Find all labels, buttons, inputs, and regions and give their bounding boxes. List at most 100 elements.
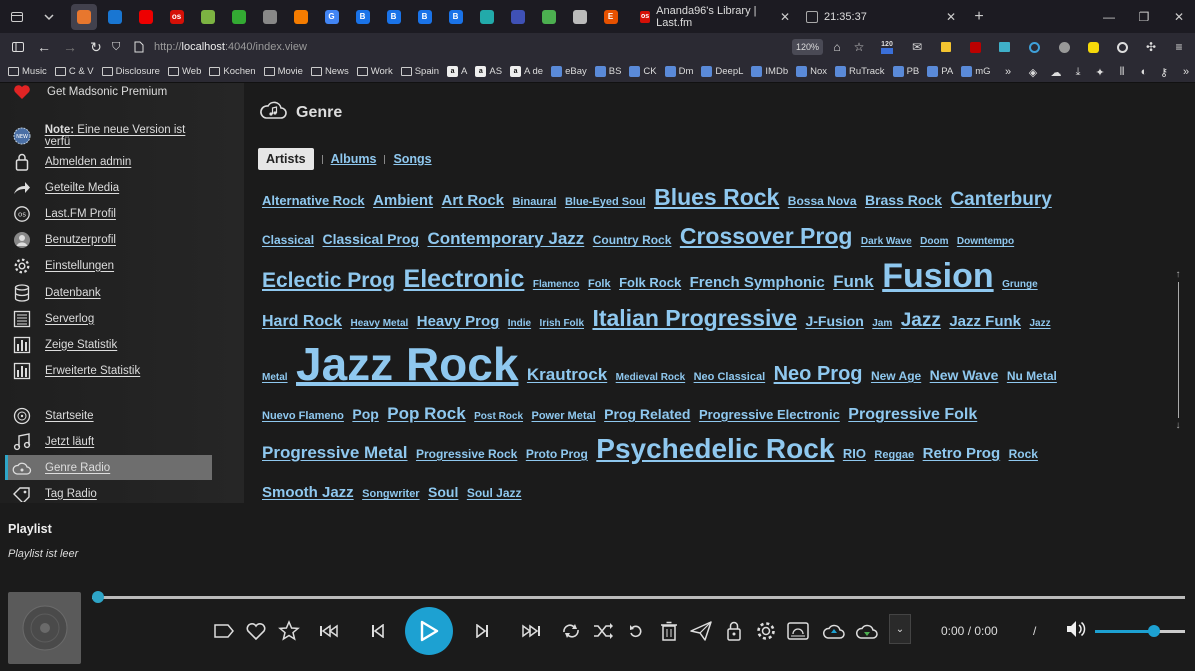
- sidebar-item-einstellungen[interactable]: Einstellungen: [5, 253, 212, 278]
- genre-tag[interactable]: Electronic: [404, 265, 525, 293]
- ublock-icon[interactable]: [966, 38, 984, 56]
- progress-handle[interactable]: [92, 591, 104, 603]
- play-button[interactable]: [405, 607, 453, 655]
- genre-tag[interactable]: Neo Prog: [774, 363, 863, 385]
- volume-icon[interactable]: [1066, 620, 1086, 640]
- url-bar[interactable]: ⛉ http://localhost:4040/index.view: [112, 36, 872, 58]
- sidebar-item-jetzt-l-uft[interactable]: Jetzt läuft: [5, 429, 212, 454]
- genre-tag[interactable]: Classical: [262, 233, 314, 247]
- volume-slider[interactable]: [1095, 625, 1185, 637]
- bookmark-deepl[interactable]: DeepL: [701, 66, 743, 77]
- progress-bar[interactable]: [92, 591, 1185, 603]
- bookmark-pa[interactable]: PA: [927, 66, 953, 77]
- genre-tag[interactable]: Jazz Rock: [296, 338, 518, 390]
- sync-icon[interactable]: ◐: [1136, 64, 1152, 80]
- genre-tag[interactable]: Crossover Prog: [680, 223, 853, 249]
- genre-tag[interactable]: Eclectic Prog: [262, 269, 395, 292]
- pinned-tab[interactable]: B: [350, 4, 376, 30]
- pinned-tab[interactable]: [288, 4, 314, 30]
- genre-tag[interactable]: Canterbury: [950, 189, 1051, 210]
- genre-tag[interactable]: Fusion: [882, 257, 993, 295]
- bookmark-music[interactable]: Music: [8, 66, 47, 77]
- pinned-tab[interactable]: [474, 4, 500, 30]
- pinned-tab[interactable]: [257, 4, 283, 30]
- bookmark-ebay[interactable]: eBay: [551, 66, 587, 77]
- bookmark-a-de[interactable]: aA de: [510, 66, 543, 77]
- scroll-up-icon[interactable]: ↑: [1173, 269, 1183, 280]
- genre-tag[interactable]: Nu Metal: [1007, 369, 1057, 383]
- bookmark-bs[interactable]: BS: [594, 66, 621, 77]
- pinned-tab[interactable]: [536, 4, 562, 30]
- genre-tag[interactable]: Heavy Metal: [350, 318, 408, 329]
- sidebar-item-eine-neue-version-ist-verf-[interactable]: NEW Note: Eine neue Version ist verfü: [5, 123, 212, 148]
- save-playlist-icon[interactable]: [786, 619, 810, 643]
- genre-tag[interactable]: Rock: [1009, 447, 1038, 461]
- pinned-tab[interactable]: [195, 4, 221, 30]
- scroll-track[interactable]: [1177, 282, 1179, 418]
- sidebar-item-genre-radio[interactable]: Genre Radio: [5, 455, 212, 480]
- genre-tag[interactable]: Binaural: [512, 196, 556, 208]
- genre-tag[interactable]: Funk: [833, 272, 874, 291]
- genre-tag[interactable]: Prog Related: [604, 406, 690, 422]
- bookmark-news[interactable]: News: [310, 66, 349, 77]
- genre-tag[interactable]: Psychedelic Rock: [596, 433, 834, 464]
- cloud-download-icon[interactable]: [855, 619, 879, 643]
- genre-tag[interactable]: J-Fusion: [805, 313, 863, 329]
- bookmark-web[interactable]: Web: [167, 66, 201, 77]
- last-track-icon[interactable]: [519, 619, 543, 643]
- sidebar-item-benutzerprofil[interactable]: Benutzerprofil: [5, 227, 212, 252]
- genre-tag[interactable]: Pop Rock: [387, 404, 465, 423]
- bookmark-as[interactable]: a AS: [475, 66, 502, 77]
- genre-tag[interactable]: Country Rock: [593, 233, 672, 247]
- star-outline-icon[interactable]: [277, 619, 301, 643]
- heart-outline-icon[interactable]: [244, 619, 268, 643]
- pinned-tab[interactable]: E: [598, 4, 624, 30]
- genre-tag[interactable]: Art Rock: [442, 192, 505, 209]
- grey-extension-icon[interactable]: [1055, 38, 1073, 56]
- extension-badge-icon[interactable]: 120: [878, 38, 896, 56]
- tag-icon[interactable]: [212, 619, 236, 643]
- restore-icon[interactable]: ❐: [1125, 0, 1163, 33]
- extension-icon[interactable]: ✦: [1092, 64, 1108, 80]
- genre-tag[interactable]: Doom: [920, 236, 948, 247]
- tab-songs[interactable]: Songs: [393, 152, 431, 166]
- settings-gear-icon[interactable]: [754, 619, 778, 643]
- bookmark-ck[interactable]: CK: [629, 66, 657, 77]
- overflow-icon[interactable]: »: [1178, 64, 1194, 80]
- bookmark-movie[interactable]: Movie: [263, 66, 303, 77]
- circle-extension-icon[interactable]: [1113, 38, 1131, 56]
- shield-icon[interactable]: ⛉: [112, 41, 128, 54]
- home-icon[interactable]: ⌂: [828, 38, 846, 56]
- genre-tag[interactable]: Krautrock: [527, 365, 607, 384]
- pinned-tab[interactable]: [226, 4, 252, 30]
- genre-tag[interactable]: Blue-Eyed Soul: [565, 196, 646, 208]
- genre-tag[interactable]: Soul: [428, 484, 458, 500]
- genre-tag[interactable]: Progressive Electronic: [699, 407, 840, 422]
- close-tab-icon[interactable]: ✕: [780, 10, 790, 24]
- bookmark-rutrack[interactable]: RuTrack: [835, 66, 885, 77]
- bookmark-pb[interactable]: PB: [892, 66, 919, 77]
- tab-overview-icon[interactable]: [4, 4, 30, 30]
- bookmark-work[interactable]: Work: [356, 66, 393, 77]
- tab-clock[interactable]: 21:35:37 ✕: [798, 3, 964, 30]
- tab-list-chevron-icon[interactable]: [36, 4, 62, 30]
- genre-tag[interactable]: Ambient: [373, 192, 433, 209]
- genre-tag[interactable]: French Symphonic: [690, 274, 825, 291]
- genre-tag[interactable]: Smooth Jazz: [262, 484, 354, 501]
- genre-tag[interactable]: Songwriter: [362, 488, 419, 500]
- bookmark-star-icon[interactable]: ☆: [850, 38, 868, 56]
- genre-tag[interactable]: Progressive Folk: [848, 406, 977, 423]
- genre-tag[interactable]: Progressive Metal: [262, 443, 408, 462]
- pinned-tab[interactable]: G: [319, 4, 345, 30]
- trash-icon[interactable]: [657, 619, 681, 643]
- genre-tag[interactable]: Proto Prog: [526, 447, 588, 461]
- shuffle-icon[interactable]: [591, 619, 615, 643]
- genre-tag[interactable]: Downtempo: [957, 236, 1014, 247]
- key-icon[interactable]: ⚷: [1156, 64, 1172, 80]
- genre-tag[interactable]: Jazz Funk: [949, 313, 1021, 330]
- pinned-tab[interactable]: B: [381, 4, 407, 30]
- genre-tag[interactable]: Brass Rock: [865, 192, 942, 208]
- volume-handle[interactable]: [1147, 625, 1160, 637]
- scrollbar[interactable]: ↑ ↓: [1173, 269, 1183, 439]
- genre-tag[interactable]: Irish Folk: [540, 318, 584, 329]
